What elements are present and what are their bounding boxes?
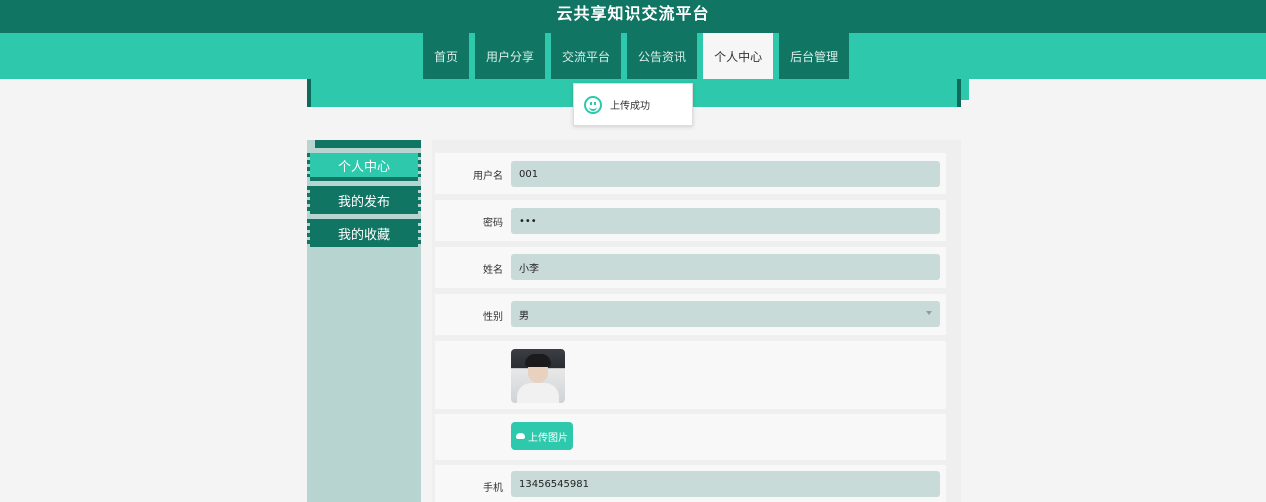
upload-image-button[interactable]: 上传图片 bbox=[511, 422, 573, 450]
gender-label: 性别 bbox=[483, 312, 503, 323]
name-input[interactable]: 小李 bbox=[511, 254, 940, 280]
sidebar-top-bar bbox=[315, 140, 421, 148]
sidebar-item-label: 个人中心 bbox=[337, 159, 390, 175]
phone-label: 手机 bbox=[483, 483, 503, 494]
form-row-avatar bbox=[435, 341, 946, 409]
sidebar-item-personal-center[interactable]: 个人中心 bbox=[307, 153, 421, 181]
form-row-password: 密码 ••• bbox=[435, 200, 946, 241]
form-row-gender: 性别 男 bbox=[435, 294, 946, 335]
form-row-name: 姓名 小李 bbox=[435, 247, 946, 288]
main-nav: 首页 用户分享 交流平台 公告资讯 个人中心 后台管理 bbox=[423, 33, 855, 79]
sidebar-item-label: 我的收藏 bbox=[337, 227, 390, 243]
phone-input[interactable]: 13456545981 bbox=[511, 471, 940, 497]
nav-item-announcements[interactable]: 公告资讯 bbox=[627, 33, 698, 79]
form-row-phone: 手机 13456545981 bbox=[435, 465, 946, 502]
username-label: 用户名 bbox=[473, 171, 503, 182]
name-label: 姓名 bbox=[483, 265, 503, 276]
smile-icon bbox=[584, 95, 602, 114]
sidebar-item-my-favorites[interactable]: 我的收藏 bbox=[307, 219, 421, 247]
app-title: 云共享知识交流平台 bbox=[0, 0, 1266, 33]
nav-item-exchange[interactable]: 交流平台 bbox=[551, 33, 622, 79]
sub-banner-extension bbox=[961, 79, 969, 100]
nav-item-user-share[interactable]: 用户分享 bbox=[475, 33, 546, 79]
nav-item-admin[interactable]: 后台管理 bbox=[779, 33, 850, 79]
avatar-image bbox=[511, 349, 565, 403]
password-label: 密码 bbox=[483, 218, 503, 229]
toast-text: 上传成功 bbox=[610, 101, 650, 112]
gender-select[interactable]: 男 bbox=[511, 301, 940, 327]
toast-message: 上传成功 bbox=[573, 83, 693, 126]
upload-image-label: 上传图片 bbox=[528, 432, 568, 444]
chevron-down-icon bbox=[926, 311, 932, 315]
form-row-username: 用户名 001 bbox=[435, 153, 946, 194]
sidebar-item-my-posts[interactable]: 我的发布 bbox=[307, 186, 421, 214]
sidebar-item-label: 我的发布 bbox=[337, 194, 390, 210]
form-row-upload: 上传图片 bbox=[435, 414, 946, 460]
gender-select-value: 男 bbox=[519, 310, 529, 322]
cloud-upload-icon bbox=[516, 433, 525, 439]
username-input[interactable]: 001 bbox=[511, 161, 940, 187]
nav-item-home[interactable]: 首页 bbox=[423, 33, 470, 79]
nav-item-personal-center[interactable]: 个人中心 bbox=[703, 33, 774, 79]
password-input[interactable]: ••• bbox=[511, 208, 940, 234]
